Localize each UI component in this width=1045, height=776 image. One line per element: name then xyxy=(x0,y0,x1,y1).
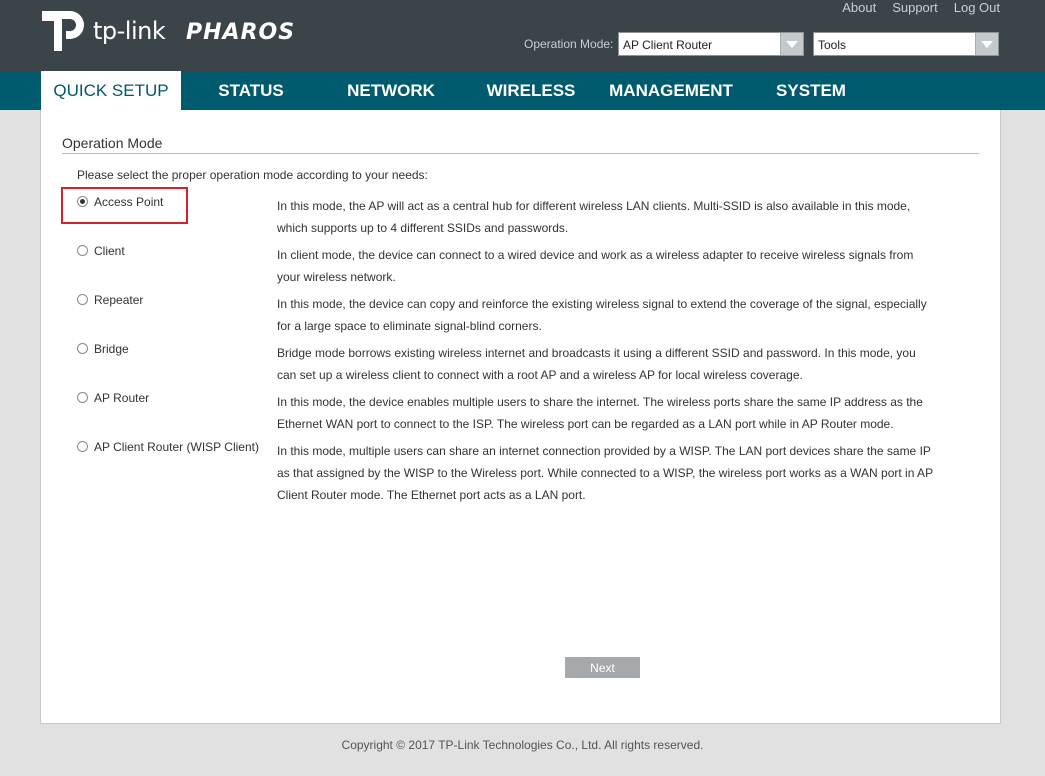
mode-label[interactable]: AP Client Router (WISP Client) xyxy=(94,440,259,454)
top-links: About Support Log Out xyxy=(826,0,1000,15)
mode-description: In this mode, the AP will act as a centr… xyxy=(277,199,911,235)
section-title: Operation Mode xyxy=(62,135,163,151)
product-name: PHAROS xyxy=(186,20,296,45)
chevron-down-icon[interactable] xyxy=(975,33,998,55)
tab-wireless[interactable]: WIRELESS xyxy=(471,71,591,110)
chevron-down-icon[interactable] xyxy=(780,33,803,55)
operation-mode-value: AP Client Router xyxy=(623,38,713,52)
tab-status[interactable]: STATUS xyxy=(196,71,306,110)
tools-select[interactable]: Tools xyxy=(813,32,999,56)
content-panel: Operation Mode Please select the proper … xyxy=(40,110,1001,724)
operation-mode-label: Operation Mode: xyxy=(524,37,614,51)
radio-repeater[interactable] xyxy=(77,294,88,305)
radio-bridge[interactable] xyxy=(77,343,88,354)
tools-value: Tools xyxy=(818,38,847,52)
copyright-footer: Copyright © 2017 TP-Link Technologies Co… xyxy=(341,738,704,752)
mode-description: Bridge mode borrows existing wireless in… xyxy=(277,346,916,382)
tab-network[interactable]: NETWORK xyxy=(331,71,451,110)
mode-label[interactable]: Client xyxy=(94,244,125,258)
logout-link[interactable]: Log Out xyxy=(954,0,1000,15)
mode-description: In this mode, the device can copy and re… xyxy=(277,297,927,333)
radio-ap-client-router[interactable] xyxy=(77,441,88,452)
mode-label[interactable]: Bridge xyxy=(94,342,129,356)
tp-link-logo-icon xyxy=(42,11,84,51)
intro-text: Please select the proper operation mode … xyxy=(77,168,428,182)
mode-label[interactable]: AP Router xyxy=(94,391,149,405)
mode-label[interactable]: Repeater xyxy=(94,293,143,307)
support-link[interactable]: Support xyxy=(892,0,938,15)
radio-client[interactable] xyxy=(77,245,88,256)
tab-system[interactable]: SYSTEM xyxy=(756,71,866,110)
mode-label[interactable]: Access Point xyxy=(94,195,163,209)
radio-ap-router[interactable] xyxy=(77,392,88,403)
tab-quick-setup[interactable]: QUICK SETUP xyxy=(41,71,181,110)
about-link[interactable]: About xyxy=(842,0,876,15)
mode-description: In client mode, the device can connect t… xyxy=(277,248,914,284)
section-divider xyxy=(62,153,979,154)
operation-mode-select[interactable]: AP Client Router xyxy=(618,32,804,56)
mode-description: In this mode, the device enables multipl… xyxy=(277,395,923,431)
main-nav: QUICK SETUP STATUS NETWORK WIRELESS MANA… xyxy=(0,71,1045,110)
next-button[interactable]: Next xyxy=(565,657,640,678)
radio-access-point[interactable] xyxy=(77,196,88,207)
top-header: tp-link PHAROS About Support Log Out Opera… xyxy=(0,0,1045,71)
mode-description: In this mode, multiple users can share a… xyxy=(277,444,933,502)
tab-management[interactable]: MANAGEMENT xyxy=(601,71,741,110)
brand-name: tp-link xyxy=(93,17,166,45)
